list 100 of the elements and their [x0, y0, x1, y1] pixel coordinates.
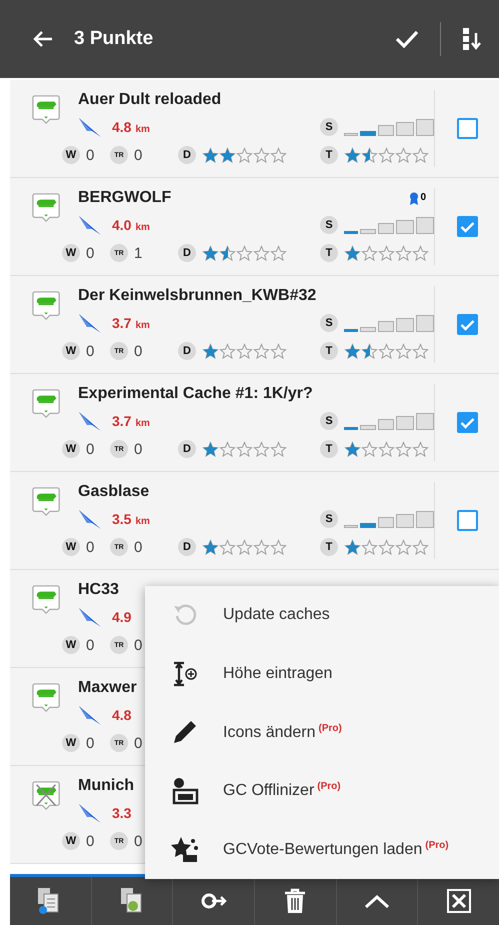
trackable-count: 0	[134, 832, 142, 850]
star-icon	[236, 538, 253, 556]
star-icon	[253, 244, 270, 262]
watchlist-count: 0	[86, 636, 94, 654]
checkmark-icon	[460, 318, 474, 330]
cache-name[interactable]: HC33	[78, 581, 119, 599]
star-icon	[395, 244, 412, 262]
letter-badge: T	[320, 244, 338, 262]
star-icon	[412, 244, 429, 262]
star-icon	[395, 146, 412, 164]
cache-name[interactable]: Gasblase	[78, 483, 150, 501]
pro-label: (Pro)	[318, 722, 342, 734]
watchlist-count: 0	[86, 832, 94, 850]
direction-arrow-icon	[78, 802, 102, 824]
checkbox[interactable]	[456, 510, 478, 531]
menu-item[interactable]: Höhe eintragen	[145, 644, 499, 703]
star-icon	[344, 440, 361, 458]
cache-name[interactable]: Der Keinwelsbrunnen_KWB#32	[78, 287, 316, 305]
star-icon	[344, 342, 361, 360]
star-icon	[219, 538, 236, 556]
letter-badge: W	[62, 440, 80, 458]
checkmark-icon	[460, 416, 474, 428]
back-arrow-icon	[33, 30, 53, 48]
star-icon	[378, 440, 395, 458]
archived-cache-icon	[32, 780, 62, 812]
cache-name[interactable]: Experimental Cache #1: 1K/yr?	[78, 385, 313, 403]
letter-badge: D	[178, 342, 196, 360]
award-ribbon-icon	[409, 192, 420, 204]
direction-arrow-icon	[78, 214, 102, 236]
menu-item[interactable]: GCVote-Bewertungen laden $^{(Pro)}$	[145, 820, 499, 878]
star-icon	[378, 146, 395, 164]
star-icon	[412, 440, 429, 458]
star-icon	[270, 244, 287, 262]
star-icon	[378, 244, 395, 262]
watchlist-count: 0	[86, 734, 94, 752]
cache-icon	[32, 486, 62, 518]
menu-item[interactable]: Icons ändern $^{(Pro)}$	[145, 703, 499, 762]
letter-badge: S	[320, 118, 338, 136]
cache-name[interactable]: Munich	[78, 777, 134, 795]
watchlist-count: 0	[86, 244, 94, 262]
letter-badge: W	[62, 244, 80, 262]
letter-badge: S	[320, 412, 338, 430]
letter-badge: D	[178, 538, 196, 556]
watchlist-count: 0	[86, 146, 94, 164]
checkbox[interactable]	[456, 118, 478, 139]
letter-badge: T	[320, 538, 338, 556]
cache-icon	[32, 682, 62, 714]
star-icon	[202, 440, 219, 458]
pro-label: (Pro)	[317, 781, 341, 792]
direction-arrow-icon	[78, 606, 102, 628]
watchlist-count: 0	[86, 440, 94, 458]
star-icon	[361, 244, 378, 262]
cache-icon	[32, 388, 62, 420]
trackable-count: 0	[134, 538, 142, 556]
letter-badge: T	[320, 146, 338, 164]
star-icon	[253, 146, 270, 164]
star-icon	[270, 538, 287, 556]
letter-badge: W	[62, 734, 80, 752]
star-icon	[219, 146, 236, 164]
checkbox[interactable]	[456, 314, 478, 335]
letter-badge: S	[320, 510, 338, 528]
cache-name[interactable]: Auer Dult reloaded	[78, 91, 222, 109]
checkmark-icon	[395, 30, 419, 48]
pro-label: (Pro)	[425, 840, 449, 851]
star-icon	[270, 342, 287, 360]
star-icon	[344, 146, 361, 164]
star-icon	[344, 538, 361, 556]
menu-item[interactable]: GC Offlinizer $^{(Pro)}$	[145, 762, 499, 820]
letter-badge: T	[320, 440, 338, 458]
checkmark-icon	[460, 220, 474, 232]
letter-badge: S	[320, 216, 338, 234]
cache-icon	[32, 584, 62, 616]
direction-arrow-icon	[78, 508, 102, 530]
distance-text: 3.7 km	[112, 315, 150, 331]
star-icon	[361, 440, 378, 458]
letter-badge: D	[178, 244, 196, 262]
letter-badge: W	[62, 146, 80, 164]
letter-badge: W	[62, 538, 80, 556]
star-icon	[344, 244, 361, 262]
star-icon	[202, 146, 219, 164]
screen-title: 3 Punkte	[74, 28, 154, 50]
letter-badge: W	[62, 636, 80, 654]
checkbox[interactable]	[456, 216, 478, 237]
star-icon	[219, 440, 236, 458]
cache-name[interactable]: BERGWOLF	[78, 189, 172, 207]
trackable-count: 0	[134, 342, 142, 360]
checkbox[interactable]	[456, 412, 478, 433]
cache-name[interactable]: Maxwer	[78, 679, 137, 697]
sort-icon	[462, 27, 482, 51]
star-icon	[395, 538, 412, 556]
star-icon	[236, 440, 253, 458]
letter-badge: S	[320, 314, 338, 332]
star-icon	[202, 342, 219, 360]
cache-icon	[32, 290, 62, 322]
star-icon	[395, 342, 412, 360]
star-icon	[253, 342, 270, 360]
direction-arrow-icon	[78, 704, 102, 726]
star-icon	[361, 146, 378, 164]
star-icon	[219, 342, 236, 360]
letter-badge: T	[320, 342, 338, 360]
